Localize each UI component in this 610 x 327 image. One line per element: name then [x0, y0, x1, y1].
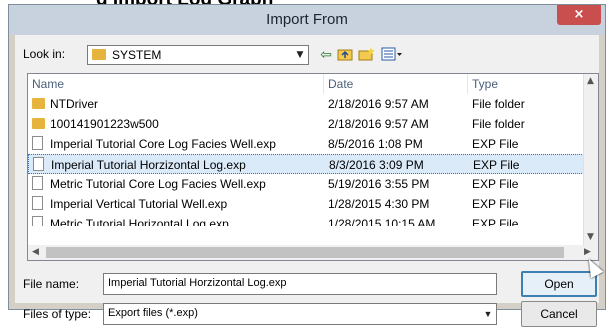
lookin-dropdown[interactable]: SYSTEM ▼: [87, 45, 309, 65]
list-item[interactable]: Imperial Vertical Tutorial Well.exp 1/28…: [28, 194, 586, 214]
dialog-body: Look in: SYSTEM ▼ ⇦ Name Date Type NTDri…: [15, 35, 599, 327]
file-date: 2/18/2016 9:57 AM: [328, 97, 429, 111]
file-list[interactable]: Name Date Type NTDriver 2/18/2016 9:57 A…: [27, 73, 599, 261]
file-icon: [32, 216, 43, 226]
filetype-value: Export files (*.exp): [108, 307, 198, 319]
file-type: EXP File: [473, 158, 520, 172]
list-item[interactable]: NTDriver 2/18/2016 9:57 AM File folder: [28, 94, 586, 114]
file-name: Metric Tutorial Horizontal Log.exp: [50, 217, 229, 226]
column-header-date[interactable]: Date: [324, 74, 468, 94]
horizontal-scroll-thumb[interactable]: [46, 247, 564, 258]
file-name: Metric Tutorial Core Log Facies Well.exp: [50, 177, 266, 191]
file-name: Imperial Vertical Tutorial Well.exp: [50, 197, 228, 211]
list-item[interactable]: 100141901223w500 2/18/2016 9:57 AM File …: [28, 114, 586, 134]
column-header-name[interactable]: Name: [28, 74, 324, 94]
file-date: 8/3/2016 3:09 PM: [329, 158, 424, 172]
horizontal-scrollbar[interactable]: ◀ ▶: [28, 245, 598, 260]
dialog-title: Import From: [266, 11, 348, 28]
file-type: EXP File: [472, 217, 519, 226]
folder-icon: [32, 98, 45, 109]
scroll-down-icon[interactable]: ▼: [587, 232, 594, 242]
file-icon: [32, 196, 43, 210]
file-type: EXP File: [472, 197, 519, 211]
list-item[interactable]: Metric Tutorial Core Log Facies Well.exp…: [28, 174, 586, 194]
file-name: Imperial Tutorial Horzizontal Log.exp: [51, 158, 246, 172]
scroll-left-icon[interactable]: ◀: [32, 247, 39, 257]
file-date: 1/28/2015 4:30 PM: [328, 197, 430, 211]
list-item[interactable]: Imperial Tutorial Core Log Facies Well.e…: [28, 134, 586, 154]
file-date: 1/28/2015 10:15 AM: [328, 217, 436, 226]
back-icon[interactable]: ⇦: [319, 47, 333, 63]
lookin-value: SYSTEM: [112, 48, 162, 62]
file-name: Imperial Tutorial Core Log Facies Well.e…: [50, 137, 276, 151]
file-date: 2/18/2016 9:57 AM: [328, 117, 429, 131]
scroll-up-icon[interactable]: ▲: [587, 76, 594, 86]
chevron-down-icon[interactable]: ▼: [480, 304, 496, 324]
file-name: 100141901223w500: [50, 117, 159, 131]
filename-label: File name:: [23, 277, 80, 291]
title-bar[interactable]: Import From ×: [9, 5, 605, 35]
column-header-type[interactable]: Type: [468, 74, 586, 94]
scroll-right-icon[interactable]: ▶: [584, 247, 591, 257]
file-date: 8/5/2016 1:08 PM: [328, 137, 423, 151]
file-type: File folder: [472, 117, 525, 131]
import-dialog: Import From × Look in: SYSTEM ▼ ⇦ Name D…: [8, 4, 606, 327]
file-type: File folder: [472, 97, 525, 111]
file-type: EXP File: [472, 177, 519, 191]
file-icon: [32, 136, 43, 150]
vertical-scrollbar[interactable]: ▲ ▼: [583, 74, 598, 246]
cancel-button[interactable]: Cancel: [521, 301, 597, 327]
file-type: EXP File: [472, 137, 519, 151]
new-folder-icon[interactable]: [358, 47, 376, 63]
file-icon: [33, 157, 44, 171]
close-button[interactable]: ×: [557, 5, 601, 25]
folder-icon: [32, 118, 45, 129]
file-icon: [32, 176, 43, 190]
open-button[interactable]: Open: [521, 271, 597, 297]
file-name: NTDriver: [50, 97, 98, 111]
up-folder-icon[interactable]: [337, 47, 353, 63]
list-item-selected[interactable]: Imperial Tutorial Horzizontal Log.exp 8/…: [28, 154, 586, 174]
folder-icon: [92, 49, 106, 60]
filetype-label: Files of type:: [23, 307, 92, 321]
view-menu-icon[interactable]: [381, 47, 403, 63]
filetype-dropdown[interactable]: Export files (*.exp) ▼: [103, 303, 497, 325]
lookin-label: Look in:: [23, 47, 66, 61]
file-date: 5/19/2016 3:55 PM: [328, 177, 430, 191]
filename-input[interactable]: Imperial Tutorial Horzizontal Log.exp: [103, 273, 497, 295]
chevron-down-icon[interactable]: ▼: [292, 46, 308, 64]
list-item-partial[interactable]: Metric Tutorial Horizontal Log.exp 1/28/…: [28, 214, 586, 226]
